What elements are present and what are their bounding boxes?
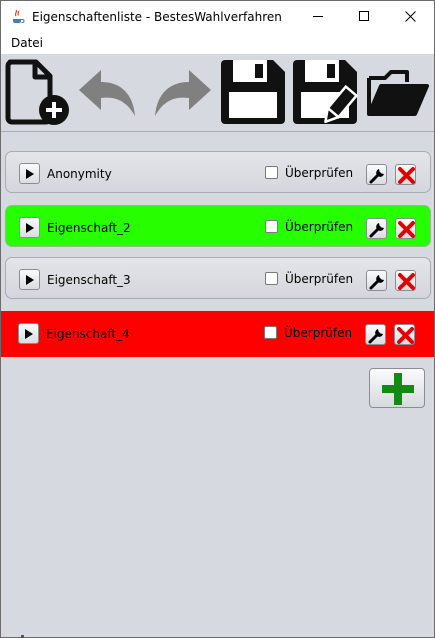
property-name: Eigenschaft_2 bbox=[47, 221, 131, 235]
open-button[interactable] bbox=[363, 58, 431, 126]
expand-button[interactable] bbox=[19, 163, 40, 184]
menu-datei[interactable]: Datei bbox=[11, 36, 43, 50]
property-row: Eigenschaft_4 Überprüfen bbox=[1, 311, 434, 357]
green-plus-icon bbox=[382, 373, 414, 405]
floppy-disk-pencil-icon bbox=[293, 60, 359, 124]
delete-button[interactable] bbox=[394, 324, 415, 345]
triangle-right-icon bbox=[26, 169, 34, 179]
verify-label[interactable]: Überprüfen bbox=[285, 166, 353, 180]
delete-button[interactable] bbox=[395, 218, 416, 239]
property-row: Eigenschaft_2 Überprüfen bbox=[5, 205, 431, 247]
undo-button[interactable] bbox=[75, 58, 143, 126]
wrench-icon bbox=[369, 223, 384, 238]
save-as-button[interactable] bbox=[291, 58, 359, 126]
delete-button[interactable] bbox=[395, 164, 416, 185]
triangle-right-icon bbox=[26, 275, 34, 285]
window-title: Eigenschaftenliste - BestesWahlverfahren bbox=[32, 10, 282, 24]
edit-button[interactable] bbox=[366, 164, 387, 185]
triangle-right-icon bbox=[25, 329, 33, 339]
redo-arrow-icon bbox=[155, 70, 211, 116]
floppy-disk-icon bbox=[221, 60, 285, 124]
expand-button[interactable] bbox=[18, 323, 39, 344]
new-file-button[interactable] bbox=[4, 58, 72, 126]
verify-label[interactable]: Überprüfen bbox=[284, 326, 352, 340]
expand-button[interactable] bbox=[19, 217, 40, 238]
verify-checkbox[interactable] bbox=[264, 326, 277, 339]
verify-checkbox[interactable] bbox=[265, 220, 278, 233]
toolbar-divider bbox=[1, 131, 434, 132]
red-x-icon bbox=[398, 221, 415, 238]
edit-button[interactable] bbox=[365, 324, 386, 345]
wrench-icon bbox=[369, 169, 384, 184]
redo-button[interactable] bbox=[147, 58, 215, 126]
menu-bar: Datei bbox=[1, 32, 434, 54]
minimize-button[interactable] bbox=[296, 1, 342, 32]
minimize-icon bbox=[313, 16, 323, 17]
new-document-plus-icon bbox=[5, 59, 69, 125]
red-x-icon bbox=[397, 327, 414, 344]
expand-button[interactable] bbox=[19, 269, 40, 290]
verify-label[interactable]: Überprüfen bbox=[285, 272, 353, 286]
application-window: Eigenschaftenliste - BestesWahlverfahren… bbox=[0, 0, 435, 638]
property-row: Anonymity Überprüfen bbox=[5, 151, 431, 193]
open-folder-icon bbox=[367, 70, 429, 116]
property-name: Eigenschaft_3 bbox=[47, 273, 131, 287]
property-name: Anonymity bbox=[47, 167, 112, 181]
save-button[interactable] bbox=[219, 58, 287, 126]
maximize-icon bbox=[359, 11, 369, 21]
property-name: Eigenschaft_4 bbox=[46, 327, 130, 341]
close-icon bbox=[405, 11, 416, 22]
add-property-button[interactable] bbox=[369, 368, 425, 408]
edit-button[interactable] bbox=[366, 270, 387, 291]
title-bar[interactable]: Eigenschaftenliste - BestesWahlverfahren bbox=[1, 1, 434, 32]
close-button[interactable] bbox=[388, 1, 434, 32]
wrench-icon bbox=[369, 275, 384, 290]
delete-button[interactable] bbox=[395, 270, 416, 291]
wrench-icon bbox=[368, 329, 383, 344]
maximize-button[interactable] bbox=[342, 1, 388, 32]
property-row: Eigenschaft_3 Überprüfen bbox=[5, 257, 431, 299]
verify-checkbox[interactable] bbox=[265, 166, 278, 179]
edit-button[interactable] bbox=[366, 218, 387, 239]
verify-checkbox[interactable] bbox=[265, 272, 278, 285]
red-x-icon bbox=[398, 167, 415, 184]
toolbar bbox=[1, 54, 434, 131]
red-x-icon bbox=[398, 273, 415, 290]
java-app-icon bbox=[9, 8, 25, 24]
triangle-right-icon bbox=[26, 223, 34, 233]
undo-arrow-icon bbox=[79, 70, 135, 116]
verify-label[interactable]: Überprüfen bbox=[285, 220, 353, 234]
